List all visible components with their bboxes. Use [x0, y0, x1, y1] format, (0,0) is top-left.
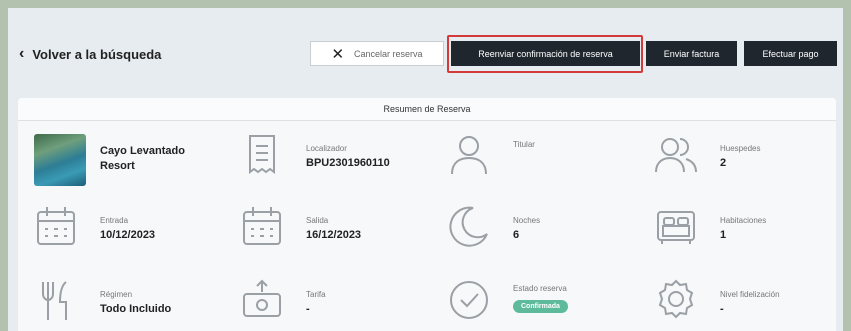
make-payment-label: Efectuar pago — [762, 48, 819, 59]
rate-cell: Tarifa - — [236, 270, 426, 331]
moon-icon — [449, 206, 488, 247]
rate-label: Tarifa — [306, 290, 326, 299]
nights-label: Noches — [513, 216, 541, 225]
receipt-icon — [249, 135, 275, 174]
calendar-icon — [37, 207, 75, 245]
checkout-value: 16/12/2023 — [306, 229, 362, 241]
loyalty-cell: Nivel fidelización - — [650, 270, 830, 331]
booking-page: ‹ Volver a la búsqueda ✕ Cancelar reserv… — [8, 8, 843, 331]
resend-confirmation-button[interactable]: Reenviar confirmación de reserva — [451, 41, 640, 66]
guests-value: 2 — [720, 157, 727, 169]
medal-icon — [658, 279, 694, 319]
send-invoice-label: Enviar factura — [663, 48, 720, 59]
cancel-booking-button[interactable]: ✕ Cancelar reserva — [310, 41, 444, 66]
rooms-label: Habitaciones — [720, 216, 767, 225]
send-invoice-button[interactable]: Enviar factura — [646, 41, 737, 66]
guests-label: Huespedes — [720, 144, 761, 153]
status-badge: Confirmada — [513, 300, 568, 313]
locator-label: Localizador — [306, 144, 347, 153]
booking-summary-card: Resumen de Reserva Cayo Levantado Resort… — [18, 98, 836, 331]
checkout-label: Salida — [306, 216, 329, 225]
checkout-cell: Salida 16/12/2023 — [236, 196, 426, 261]
rooms-value: 1 — [720, 229, 727, 241]
checkin-value: 10/12/2023 — [100, 229, 156, 241]
nights-value: 6 — [513, 229, 520, 241]
checkin-cell: Entrada 10/12/2023 — [30, 196, 220, 261]
board-cell: Régimen Todo Incluido — [30, 270, 220, 331]
status-cell: Estado reserva Confirmada — [443, 270, 633, 331]
board-label: Régimen — [100, 290, 133, 299]
cutlery-icon — [42, 281, 67, 320]
hotel-cell: Cayo Levantado Resort — [30, 124, 220, 189]
loyalty-value: - — [720, 303, 724, 315]
loyalty-label: Nivel fidelización — [720, 290, 780, 299]
chevron-left-icon: ‹ — [19, 45, 25, 62]
check-circle-icon — [450, 281, 488, 319]
guests-cell: Huespedes 2 — [650, 124, 830, 189]
locator-cell: Localizador BPU2301960110 — [236, 124, 426, 189]
make-payment-button[interactable]: Efectuar pago — [744, 41, 837, 66]
hotel-name: Cayo Levantado Resort — [100, 145, 185, 172]
board-value: Todo Incluido — [100, 303, 172, 315]
back-label: Volver a la búsqueda — [32, 46, 162, 62]
back-to-search-link[interactable]: ‹ Volver a la búsqueda — [19, 46, 161, 62]
resend-confirmation-label: Reenviar confirmación de reserva — [478, 48, 613, 59]
calendar-icon — [243, 207, 281, 245]
cancel-booking-label: Cancelar reserva — [354, 48, 423, 59]
rooms-cell: Habitaciones 1 — [650, 196, 830, 261]
checkin-label: Entrada — [100, 216, 129, 225]
bed-icon — [657, 211, 695, 244]
rate-icon — [243, 279, 281, 317]
holder-label: Titular — [513, 140, 535, 149]
locator-value: BPU2301960110 — [306, 157, 390, 169]
users-icon — [655, 138, 697, 173]
status-label: Estado reserva — [513, 284, 567, 293]
nights-cell: Noches 6 — [443, 196, 633, 261]
rate-value: - — [306, 303, 310, 315]
hotel-thumbnail — [34, 134, 86, 186]
close-icon: ✕ — [331, 45, 345, 63]
holder-cell: Titular — [443, 124, 633, 189]
summary-title: Resumen de Reserva — [18, 98, 836, 121]
user-icon — [451, 136, 487, 175]
